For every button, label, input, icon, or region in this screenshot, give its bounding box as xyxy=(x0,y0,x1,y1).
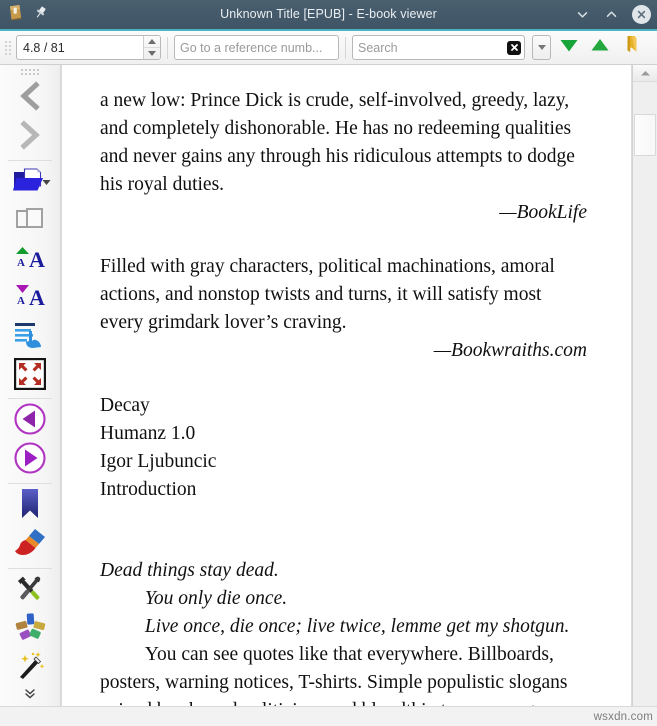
chevron-down-icon[interactable] xyxy=(42,173,51,191)
toolbar-bookmark-button[interactable] xyxy=(618,34,644,62)
gold-bookmark-icon xyxy=(621,34,641,61)
find-next-button[interactable] xyxy=(556,34,582,62)
find-previous-up-icon xyxy=(589,36,611,59)
attribution-booklife: —BookLife xyxy=(499,201,587,223)
sidebar-item-decrease-font-size[interactable]: A A xyxy=(7,280,53,319)
sidebar-item-next-page[interactable] xyxy=(7,441,53,480)
next-page-icon xyxy=(13,441,47,480)
content-area: a new low: Prince Dick is crude, self-in… xyxy=(61,65,657,706)
book-series-line: Humanz 1.0 xyxy=(100,422,196,444)
scrollbar-track[interactable] xyxy=(633,82,657,706)
find-previous-button[interactable] xyxy=(587,34,613,62)
svg-text:A: A xyxy=(17,257,25,269)
sidebar-item-open-book[interactable] xyxy=(7,164,53,203)
svg-text:A: A xyxy=(29,247,45,272)
sidebar-item-reference-mode[interactable] xyxy=(7,318,53,357)
ebook-viewer-window: Unknown Title [EPUB] - E-book viewer 4.8… xyxy=(0,0,657,726)
bookmark-ribbon-icon xyxy=(17,487,43,526)
svg-text:A: A xyxy=(17,295,25,307)
fullscreen-arrows-icon xyxy=(13,357,47,395)
magic-wand-icon xyxy=(14,650,46,687)
book-page[interactable]: a new low: Prince Dick is crude, self-in… xyxy=(61,65,632,706)
chevron-left-icon xyxy=(13,79,47,118)
font-size-increase-icon: A A xyxy=(12,243,48,278)
viewer-body: A A A A a new low: Prince Dick is crude,… xyxy=(0,65,657,706)
search-history-dropdown[interactable] xyxy=(532,35,551,60)
toolbar-separator-1 xyxy=(167,36,168,59)
maximize-button[interactable] xyxy=(603,6,620,23)
book-author-line: Igor Ljubuncic xyxy=(100,450,217,472)
find-next-down-icon xyxy=(558,36,580,59)
sidebar-separator-3 xyxy=(8,483,52,485)
watermark-label: wsxdn.com xyxy=(593,711,653,723)
title-bar: Unknown Title [EPUB] - E-book viewer xyxy=(0,0,657,31)
position-input[interactable] xyxy=(17,36,143,59)
sidebar-separator-2 xyxy=(8,398,52,400)
sidebar-item-increase-font-size[interactable]: A A xyxy=(7,241,53,280)
tool-sidebar: A A A A xyxy=(0,65,61,706)
sidebar-item-back[interactable] xyxy=(7,79,53,118)
minimize-button[interactable] xyxy=(574,6,591,23)
position-spinner-down[interactable] xyxy=(144,48,160,60)
reference-hand-icon xyxy=(13,319,47,356)
chevron-double-down-icon xyxy=(23,688,37,706)
sidebar-item-customize[interactable] xyxy=(7,611,53,650)
status-bar: wsxdn.com xyxy=(0,706,657,726)
position-spinner-buttons[interactable] xyxy=(143,36,160,59)
sidebar-separator-1 xyxy=(8,159,52,161)
font-size-decrease-icon: A A xyxy=(12,281,48,316)
svg-text:A: A xyxy=(29,285,45,310)
scrollbar-thumb[interactable] xyxy=(634,114,656,156)
sidebar-drag-handle[interactable] xyxy=(19,68,41,77)
paragraph-review-1: a new low: Prince Dick is crude, self-in… xyxy=(100,90,575,195)
scroll-up-arrow-icon xyxy=(640,64,651,82)
search-input[interactable] xyxy=(358,40,507,55)
sidebar-item-magic[interactable] xyxy=(7,649,53,688)
chevron-right-icon xyxy=(13,118,47,157)
epigraph-line-2: You only die once. xyxy=(144,588,288,610)
search-field[interactable] xyxy=(352,35,525,60)
paragraph-body-1: You can see quotes like that everywhere.… xyxy=(100,644,568,706)
sidebar-item-fullscreen[interactable] xyxy=(7,357,53,396)
title-bar-left-icons xyxy=(7,4,48,26)
toolbar-drag-handle[interactable] xyxy=(4,37,11,59)
sidebar-item-copy[interactable] xyxy=(7,202,53,241)
scrollbar-up-button[interactable] xyxy=(633,65,657,82)
window-title: Unknown Title [EPUB] - E-book viewer xyxy=(220,7,437,21)
clear-x-icon[interactable] xyxy=(507,40,521,55)
position-spinbox[interactable] xyxy=(16,35,161,60)
paragraph-review-2: Filled with gray characters, political m… xyxy=(100,256,555,334)
close-button[interactable] xyxy=(632,5,651,24)
sidebar-item-bookmarks[interactable] xyxy=(7,487,53,526)
book-title-line: Decay xyxy=(100,394,150,416)
goto-reference-input[interactable] xyxy=(180,40,333,55)
epigraph-line-3: Live once, die once; live twice, lemme g… xyxy=(144,616,570,638)
sidebar-overflow-button[interactable] xyxy=(0,688,60,706)
paintbrush-icon xyxy=(13,527,47,564)
sidebar-separator-4 xyxy=(8,568,52,570)
sidebar-item-preferences[interactable] xyxy=(7,572,53,611)
previous-page-icon xyxy=(13,402,47,441)
sidebar-item-forward[interactable] xyxy=(7,118,53,157)
book-section-line: Introduction xyxy=(100,478,197,500)
goto-reference-field[interactable] xyxy=(174,35,339,60)
epigraph-line-1: Dead things stay dead. xyxy=(100,560,279,582)
window-controls xyxy=(574,5,651,24)
sidebar-item-highlight[interactable] xyxy=(7,526,53,565)
pushpin-icon[interactable] xyxy=(33,5,48,25)
toolbar-separator-2 xyxy=(345,36,346,59)
position-spinner-up[interactable] xyxy=(144,36,160,48)
main-toolbar xyxy=(0,31,657,65)
color-flower-icon xyxy=(13,612,47,649)
vertical-scrollbar[interactable] xyxy=(632,65,657,706)
copy-icon xyxy=(14,203,46,240)
tools-icon xyxy=(13,573,47,610)
attribution-bookwraiths: —Bookwraiths.com xyxy=(433,340,587,361)
sidebar-item-previous-page[interactable] xyxy=(7,402,53,441)
book-icon xyxy=(7,4,24,26)
